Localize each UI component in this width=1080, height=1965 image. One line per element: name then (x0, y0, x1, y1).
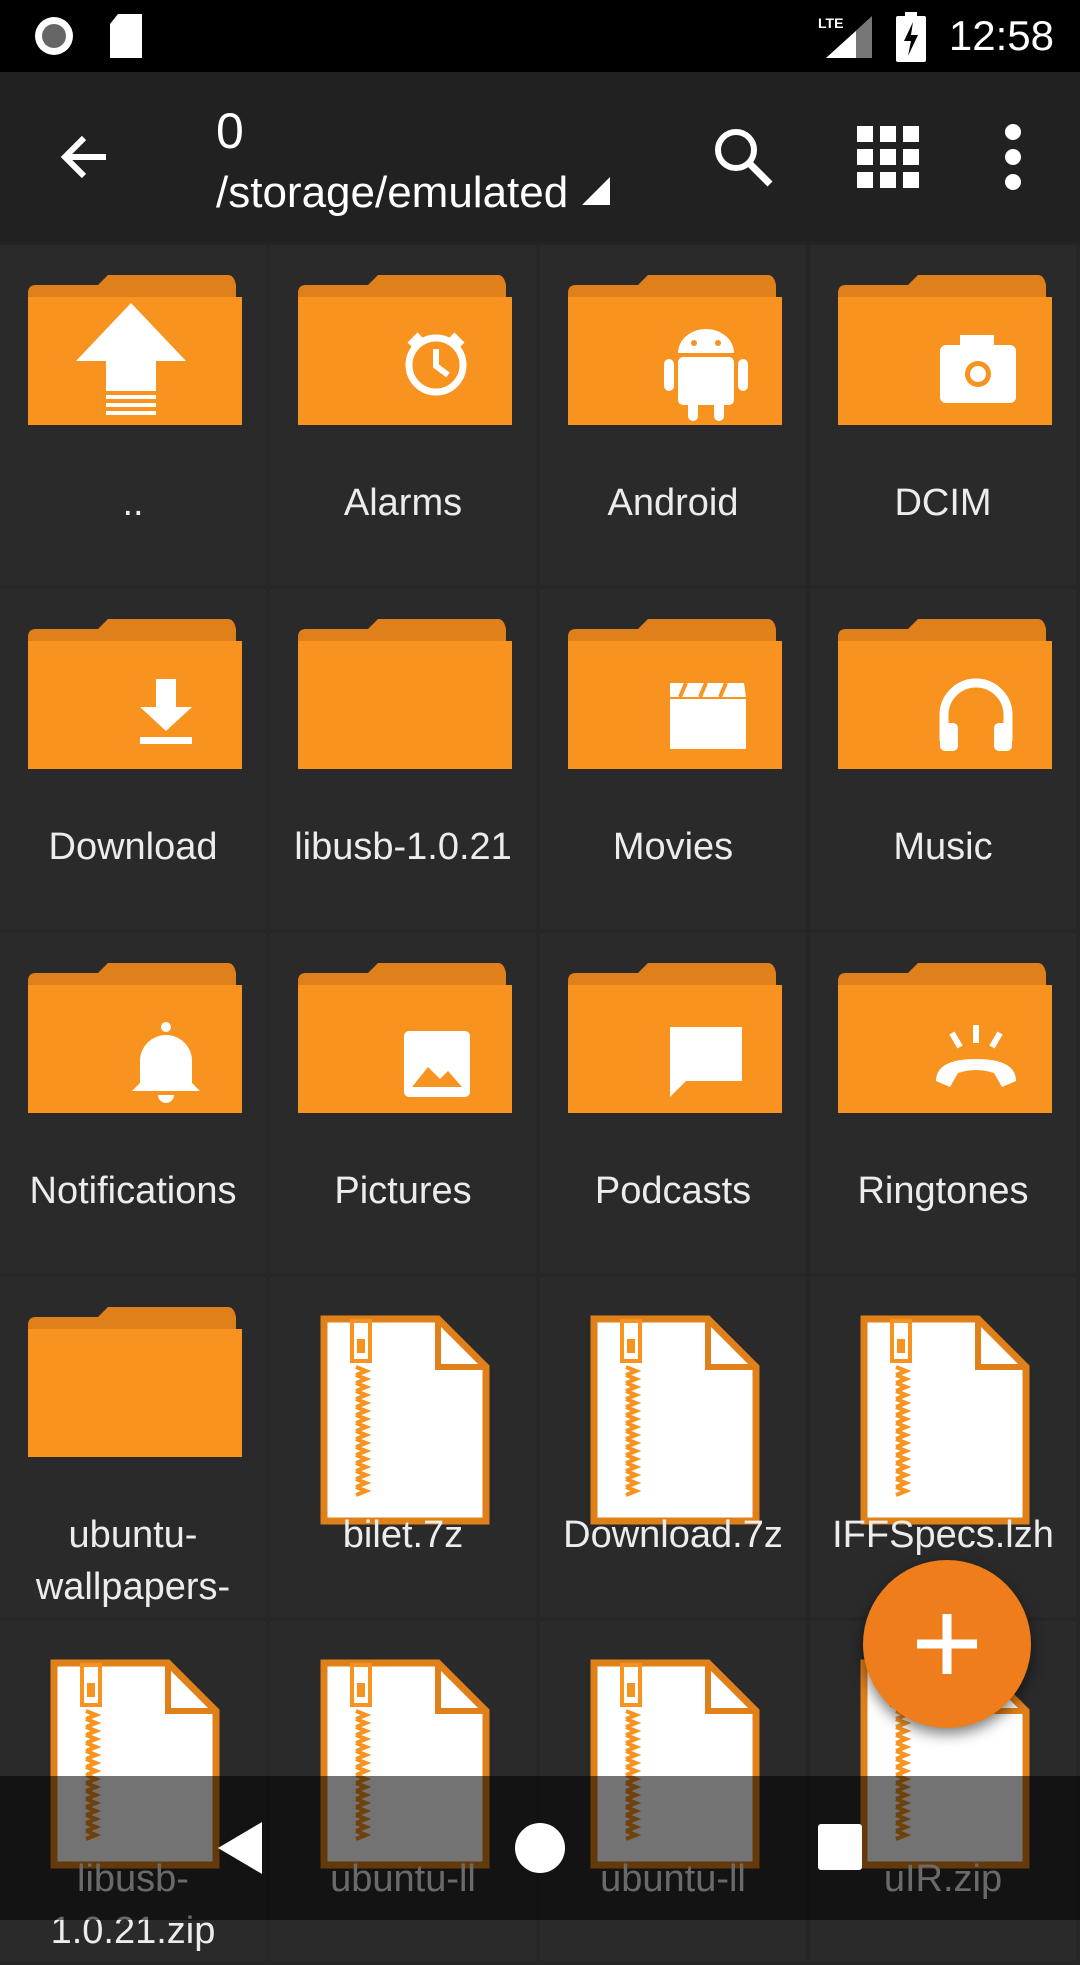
item-label: Download.7z (563, 1514, 783, 1556)
folder-icon (568, 963, 782, 1113)
item-label: Ringtones (857, 1170, 1029, 1212)
folder-item[interactable]: Alarms (270, 245, 540, 589)
folder-icon (28, 1307, 242, 1457)
folder-icon (298, 619, 512, 769)
item-label: Pictures (334, 1170, 472, 1212)
item-label: bilet.7z (342, 1514, 464, 1556)
folder-item[interactable]: Music (810, 589, 1080, 933)
home-icon[interactable] (512, 1820, 568, 1876)
folder-item[interactable]: .. (0, 245, 270, 589)
folder-icon (568, 275, 782, 425)
folder-item[interactable]: Notifications (0, 933, 270, 1277)
folder-icon (28, 275, 242, 425)
back-icon[interactable] (212, 1818, 268, 1878)
add-button[interactable] (863, 1560, 1031, 1728)
path-text: /storage/emulated (216, 168, 569, 217)
item-label: Android (607, 482, 739, 524)
zip-file-icon (320, 1315, 490, 1525)
item-label: Alarms (343, 482, 463, 524)
item-label: libusb-1.0.21 (294, 826, 512, 868)
svg-text:LTE: LTE (818, 15, 843, 31)
item-label: Music (893, 826, 993, 868)
recents-icon[interactable] (816, 1822, 864, 1872)
plus-icon (917, 1614, 977, 1674)
item-label: DCIM (894, 482, 992, 524)
file-item[interactable]: bilet.7z (270, 1277, 540, 1621)
signal-icon: LTE (818, 15, 872, 58)
folder-icon (838, 275, 1052, 425)
folder-icon (298, 275, 512, 425)
sd-card-icon (110, 14, 142, 58)
folder-icon (568, 619, 782, 769)
item-label: Download (48, 826, 218, 868)
record-icon (35, 17, 73, 55)
item-label: ubuntu-wallpapers- (35, 1514, 231, 1608)
battery-charging-icon (896, 12, 926, 62)
item-label: Podcasts (594, 1170, 752, 1212)
folder-item[interactable]: Download (0, 589, 270, 933)
folder-icon (28, 963, 242, 1113)
image-icon (404, 1031, 470, 1097)
folder-item[interactable]: Android (540, 245, 810, 589)
item-label: Notifications (29, 1170, 237, 1212)
grid-view-icon[interactable] (853, 122, 923, 192)
back-arrow-icon[interactable] (50, 122, 120, 192)
camera-icon (940, 335, 1016, 403)
folder-icon (838, 963, 1052, 1113)
folder-item[interactable]: libusb-1.0.21 (270, 589, 540, 933)
folder-item[interactable]: Ringtones (810, 933, 1080, 1277)
item-label: Movies (612, 826, 734, 868)
folder-item[interactable]: Pictures (270, 933, 540, 1277)
item-label: IFFSpecs.lzh (832, 1514, 1054, 1556)
zip-file-icon (590, 1315, 760, 1525)
toolbar: 0 /storage/emulated (0, 72, 1080, 242)
zip-file-icon (860, 1315, 1030, 1525)
folder-icon (298, 963, 512, 1113)
item-label: .. (122, 482, 144, 524)
folder-item[interactable]: Podcasts (540, 933, 810, 1277)
folder-item[interactable]: Movies (540, 589, 810, 933)
movie-icon (670, 682, 746, 749)
folder-item[interactable]: DCIM (810, 245, 1080, 589)
file-item[interactable]: Download.7z (540, 1277, 810, 1621)
folder-icon (28, 619, 242, 769)
search-icon[interactable] (708, 122, 778, 192)
path-dropdown[interactable]: /storage/emulated (216, 168, 612, 218)
folder-icon (838, 619, 1052, 769)
dropdown-triangle-icon (582, 177, 611, 205)
folder-title: 0 (216, 103, 244, 159)
more-vert-icon[interactable] (978, 122, 1048, 192)
folder-item[interactable]: ubuntu-wallpapers- (0, 1277, 270, 1621)
status-bar: LTE 12:58 (0, 0, 1080, 72)
clock: 12:58 (948, 12, 1054, 59)
navigation-bar (0, 1776, 1080, 1920)
